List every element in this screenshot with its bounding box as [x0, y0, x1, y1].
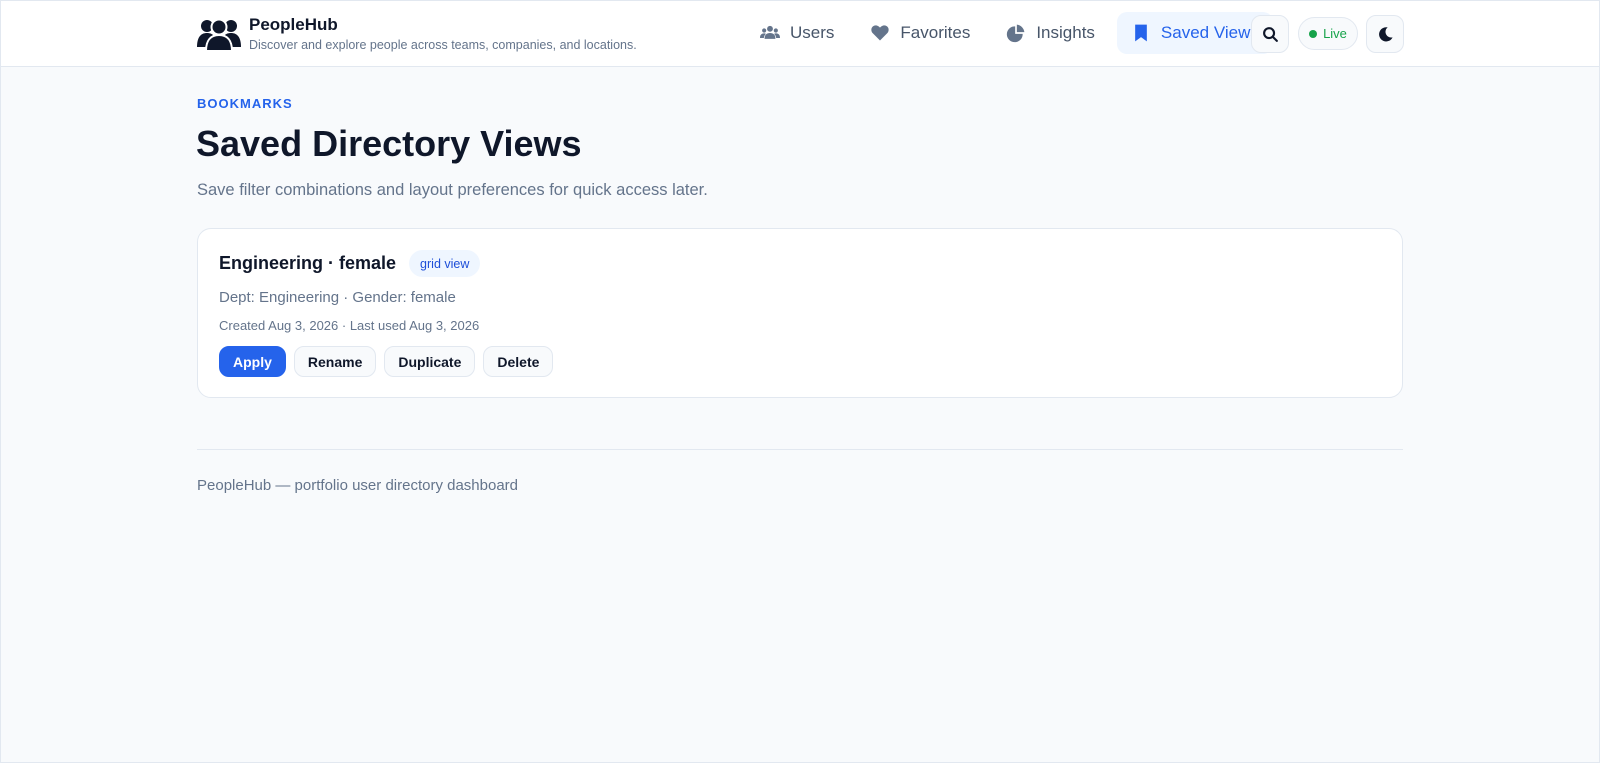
section-eyebrow: BOOKMARKS [197, 96, 293, 111]
page-footer: PeopleHub — portfolio user directory das… [197, 477, 519, 494]
brand-tagline: Discover and explore people across teams… [249, 38, 637, 52]
view-mode-badge: grid view [409, 250, 481, 277]
saved-view-header: Engineering · female grid view [219, 250, 481, 277]
saved-view-filters: Dept: Engineering · Gender: female [219, 289, 456, 306]
nav-label-favorites: Favorites [900, 23, 971, 42]
page-description: Save filter combinations and layout pref… [197, 181, 708, 199]
brand[interactable]: PeopleHub Discover and explore people ac… [197, 15, 637, 53]
saved-view-title: Engineering · female [219, 253, 397, 273]
nav-item-users[interactable]: Users [746, 12, 848, 54]
search-button[interactable] [1251, 15, 1289, 53]
duplicate-button[interactable]: Duplicate [384, 346, 476, 377]
main-nav: Users Favorites Insights Saved Views [746, 12, 1281, 54]
saved-view-meta: Created Aug 3, 2026 · Last used Aug 3, 2… [219, 318, 480, 333]
pie-chart-icon [1007, 24, 1025, 43]
moon-icon [1378, 26, 1393, 41]
users-icon [760, 25, 780, 39]
live-label: Live [1323, 26, 1347, 41]
nav-item-insights[interactable]: Insights [992, 12, 1109, 54]
live-dot-icon [1309, 29, 1318, 38]
nav-label-saved-views: Saved Views [1160, 23, 1259, 42]
top-header: PeopleHub Discover and explore people ac… [1, 1, 1599, 67]
apply-button[interactable]: Apply [219, 346, 286, 377]
brand-name: PeopleHub [249, 15, 338, 34]
nav-item-saved-views[interactable]: Saved Views [1116, 12, 1273, 54]
bookmark-icon [1135, 24, 1147, 42]
theme-toggle-button[interactable] [1366, 15, 1404, 53]
nav-label-users: Users [790, 23, 835, 42]
search-icon [1262, 26, 1278, 42]
saved-view-card: Engineering · female grid view Dept: Eng… [197, 228, 1403, 398]
delete-button[interactable]: Delete [483, 346, 554, 377]
nav-item-favorites[interactable]: Favorites [856, 12, 984, 54]
rename-button[interactable]: Rename [293, 346, 377, 377]
heart-icon [871, 25, 890, 41]
saved-view-actions: Apply Rename Duplicate Delete [219, 346, 561, 377]
nav-label-insights: Insights [1036, 23, 1095, 42]
footer-divider [197, 449, 1403, 450]
live-status-badge: Live [1298, 17, 1358, 50]
users-group-icon [197, 18, 241, 52]
page-title: Saved Directory Views [196, 123, 582, 164]
